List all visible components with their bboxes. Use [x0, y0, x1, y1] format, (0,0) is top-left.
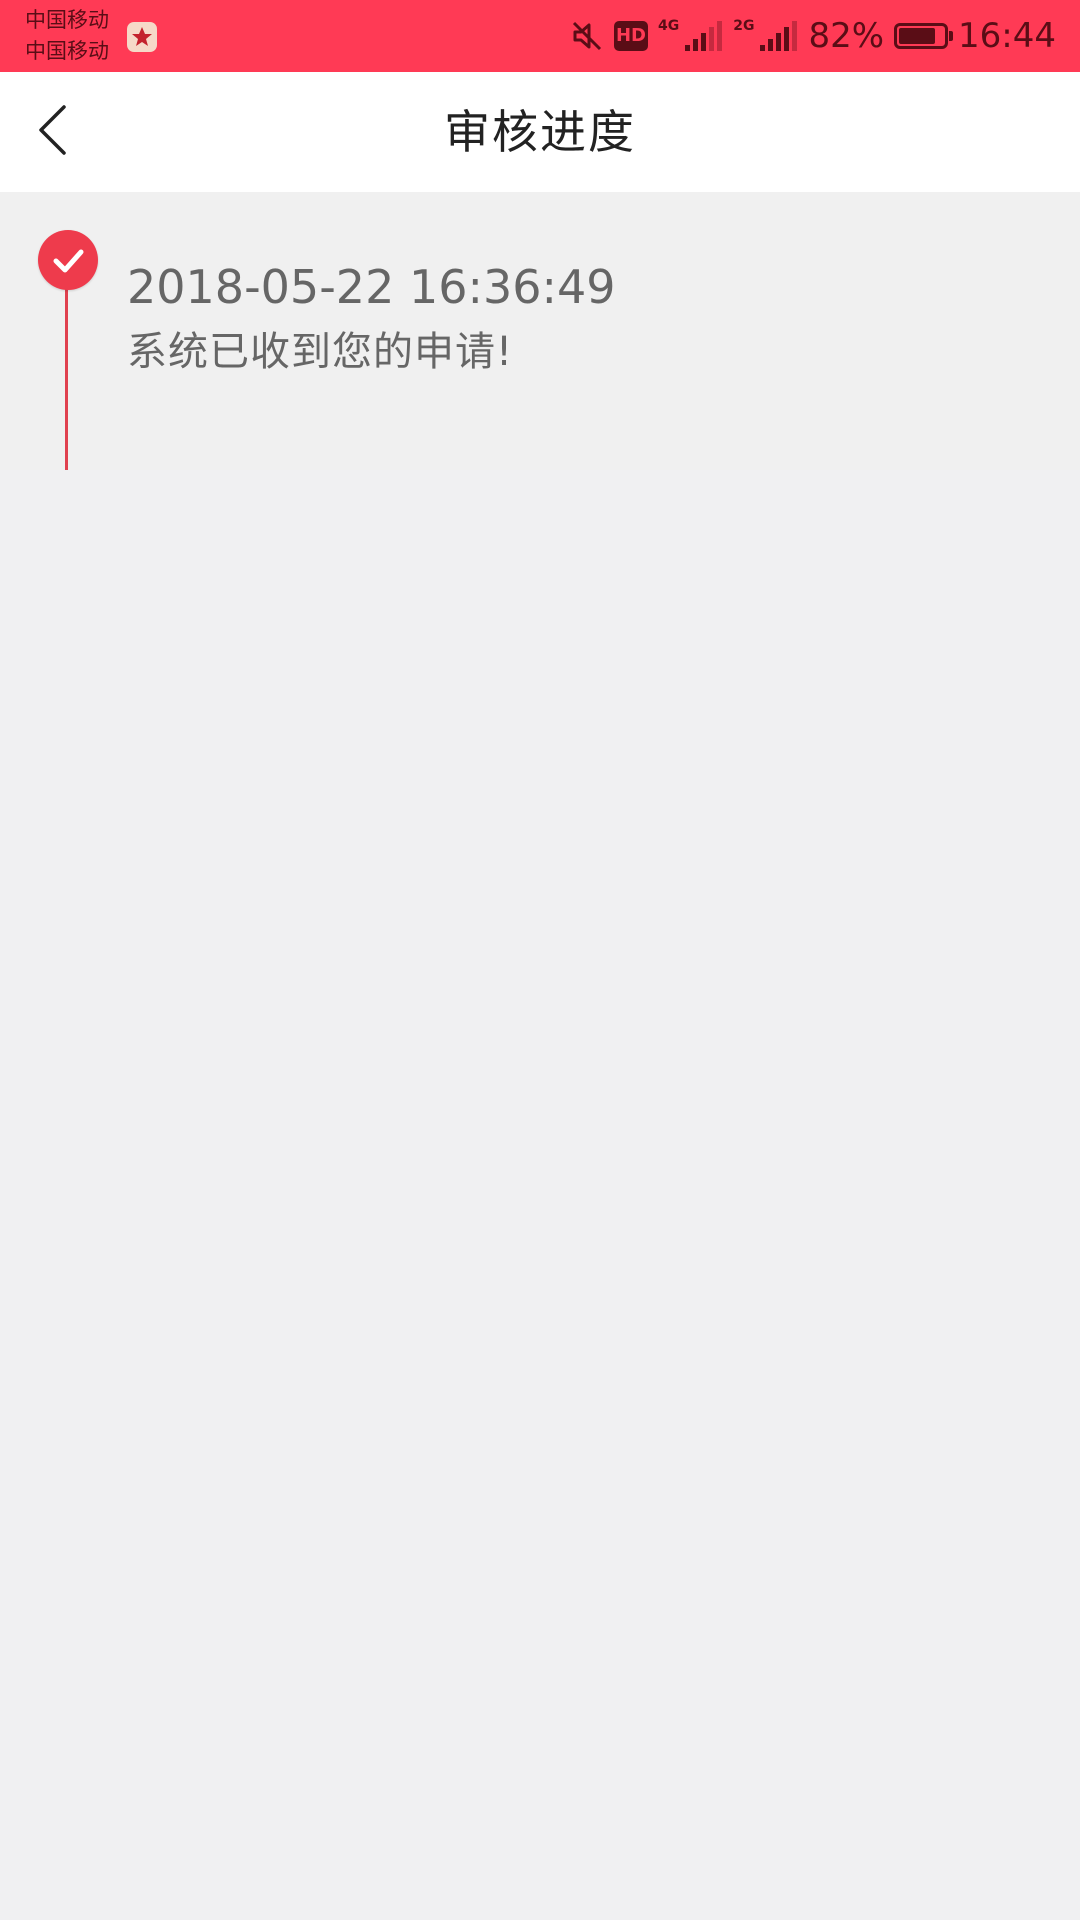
- status-bar: 中国移动 中国移动 HD 4G 2G 82% 16:44: [0, 0, 1080, 72]
- carrier-2: 中国移动: [25, 39, 109, 63]
- signal-2g-icon: [758, 19, 798, 53]
- nav-bar: 审核进度: [0, 72, 1080, 192]
- timeline-entry-description: 系统已收到您的申请!: [127, 329, 514, 375]
- network-4g-label: 4G: [657, 18, 680, 34]
- timeline-line: [65, 262, 68, 470]
- battery-fill: [899, 28, 936, 44]
- timeline-status-dot: [38, 230, 98, 290]
- carrier-labels: 中国移动 中国移动: [25, 5, 109, 67]
- check-icon: [48, 240, 88, 280]
- timeline-entry-time: 2018-05-22 16:36:49: [127, 260, 616, 314]
- mute-icon: [570, 19, 604, 53]
- battery-percent: 82%: [808, 16, 885, 56]
- network-2g-label: 2G: [733, 18, 755, 34]
- app-notification-icon: [127, 22, 157, 52]
- page-title: 审核进度: [444, 105, 636, 159]
- battery-icon: [894, 23, 954, 49]
- status-icons: HD 4G 2G 82% 16:44: [570, 0, 1056, 72]
- carrier-1: 中国移动: [25, 8, 109, 32]
- signal-4g-icon: [683, 19, 723, 53]
- hd-icon: HD: [613, 21, 648, 51]
- status-time: 16:44: [958, 16, 1056, 56]
- review-timeline: 2018-05-22 16:36:49 系统已收到您的申请!: [0, 192, 1080, 470]
